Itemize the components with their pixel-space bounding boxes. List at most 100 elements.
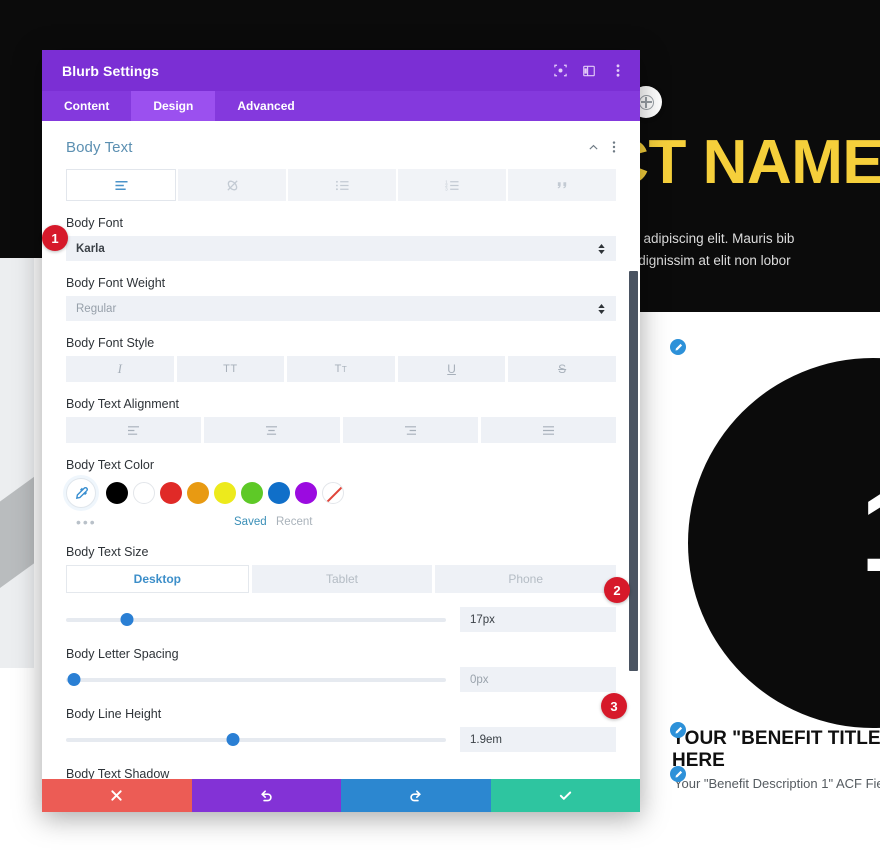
cancel-button[interactable] <box>42 779 192 812</box>
align-right-icon[interactable] <box>342 417 478 443</box>
italic-icon[interactable]: I <box>66 356 174 382</box>
benefit-title-line-2: HERE <box>672 750 725 771</box>
smallcaps-icon[interactable]: TT <box>287 356 395 382</box>
modal-header-actions <box>552 63 626 79</box>
swatch-yellow[interactable] <box>214 482 236 504</box>
body-line-height-row: 1.9em <box>66 727 616 752</box>
body-font-label: Body Font <box>66 216 123 230</box>
link-format-icon[interactable] <box>178 169 286 201</box>
body-line-height-label: Body Line Height <box>66 707 162 721</box>
slider-knob[interactable] <box>67 672 81 686</box>
modal-tabs: Content Design Advanced <box>42 91 640 121</box>
body-letter-spacing-label: Body Letter Spacing <box>66 647 179 661</box>
body-font-value: Karla <box>76 242 105 255</box>
slider-knob[interactable] <box>120 612 134 626</box>
undo-button[interactable] <box>191 779 341 812</box>
tab-design[interactable]: Design <box>131 91 216 121</box>
swatch-blue[interactable] <box>268 482 290 504</box>
target-icon[interactable] <box>552 63 568 79</box>
benefit-number: 1 <box>860 470 880 590</box>
stepper-arrows-icon <box>597 303 606 314</box>
align-left-icon[interactable] <box>66 417 202 443</box>
benefit-description: Your "Benefit Description 1" ACF Field <box>674 776 880 791</box>
tab-content[interactable]: Content <box>42 91 131 121</box>
swatch-green[interactable] <box>241 482 263 504</box>
pencil-icon[interactable] <box>670 722 686 738</box>
redo-button[interactable] <box>341 779 491 812</box>
strikethrough-icon[interactable]: S <box>508 356 616 382</box>
tab-advanced[interactable]: Advanced <box>215 91 316 121</box>
uppercase-icon[interactable]: TT <box>176 356 285 382</box>
color-meta-row: ••• Saved Recent <box>66 514 616 530</box>
italic-glyph: I <box>117 361 122 376</box>
save-button[interactable] <box>490 779 640 812</box>
align-justify-icon[interactable] <box>480 417 616 443</box>
swatch-none[interactable] <box>322 482 344 504</box>
screen-root: UCT NAME met, consectetur adipiscing eli… <box>0 0 880 854</box>
body-text-size-label: Body Text Size <box>66 545 149 559</box>
underline-icon[interactable]: U <box>397 356 506 382</box>
body-text-size-slider[interactable] <box>66 612 446 626</box>
body-text-color-label: Body Text Color <box>66 458 155 472</box>
blurb-settings-modal: Blurb Settings Content Design Advanced B… <box>42 50 640 812</box>
benefit-title: YOUR "BENEFIT TITLE 1" ACF F HERE <box>672 728 880 772</box>
underline-glyph: U <box>447 362 456 376</box>
body-text-shadow-label: Body Text Shadow <box>66 767 170 779</box>
device-tabs: Desktop Tablet Phone <box>66 565 617 593</box>
left-decoration-panel <box>0 258 34 668</box>
step-badge-1: 1 <box>42 225 68 251</box>
kebab-menu-icon[interactable] <box>610 63 626 79</box>
modal-scrollbar[interactable] <box>629 271 638 671</box>
eyedropper-icon[interactable] <box>66 478 96 508</box>
blockquote-icon[interactable] <box>508 169 616 201</box>
body-font-select[interactable]: Karla <box>66 236 616 261</box>
svg-text:3: 3 <box>445 186 448 191</box>
modal-title: Blurb Settings <box>62 62 160 79</box>
font-style-buttons: I TT TT U S <box>66 356 616 382</box>
align-center-icon[interactable] <box>204 417 340 443</box>
ordered-list-icon[interactable]: 1 2 3 <box>398 169 506 201</box>
pencil-icon[interactable] <box>670 766 686 782</box>
device-tab-desktop[interactable]: Desktop <box>66 565 249 593</box>
unordered-list-icon[interactable] <box>288 169 396 201</box>
pencil-icon[interactable] <box>670 339 686 355</box>
body-text-size-row: 17px <box>66 607 616 632</box>
body-letter-spacing-input[interactable]: 0px <box>460 667 616 692</box>
swatch-red[interactable] <box>160 482 182 504</box>
strikethrough-glyph: S <box>558 362 567 376</box>
body-letter-spacing-row: 0px <box>66 667 616 692</box>
more-colors-icon[interactable]: ••• <box>76 515 97 529</box>
body-font-style-label: Body Font Style <box>66 336 155 350</box>
device-tab-tablet[interactable]: Tablet <box>251 565 433 593</box>
section-header-icons <box>587 140 616 154</box>
saved-colors-link[interactable]: Saved <box>234 516 267 528</box>
body-letter-spacing-slider[interactable] <box>66 672 446 686</box>
body-font-weight-label: Body Font Weight <box>66 276 166 290</box>
body-font-weight-value: Regular <box>76 302 117 315</box>
body-font-weight-select[interactable]: Regular <box>66 296 616 321</box>
kebab-menu-icon[interactable] <box>612 140 616 154</box>
slider-knob[interactable] <box>226 732 240 746</box>
step-badge-3: 3 <box>601 693 627 719</box>
layout-panel-icon[interactable] <box>581 63 597 79</box>
recent-colors-link[interactable]: Recent <box>276 516 312 528</box>
smallcaps-glyph: TT <box>334 363 348 375</box>
device-tab-phone[interactable]: Phone <box>435 565 617 593</box>
chevron-up-icon[interactable] <box>587 141 600 154</box>
modal-header: Blurb Settings <box>42 50 640 91</box>
left-diagonal-shape <box>0 453 34 593</box>
paragraph-format-icon[interactable] <box>66 169 176 201</box>
modal-footer <box>42 779 640 812</box>
stepper-arrows-icon <box>597 243 606 254</box>
swatch-orange[interactable] <box>187 482 209 504</box>
swatch-black[interactable] <box>106 482 128 504</box>
swatch-white[interactable] <box>133 482 155 504</box>
close-circle-glyph <box>638 94 654 110</box>
body-text-size-input[interactable]: 17px <box>460 607 616 632</box>
body-line-height-slider[interactable] <box>66 732 446 746</box>
benefit-title-line-1: YOUR "BENEFIT TITLE 1" ACF F <box>672 728 880 749</box>
swatch-purple[interactable] <box>295 482 317 504</box>
alignment-buttons <box>66 417 616 443</box>
uppercase-glyph: TT <box>223 363 238 375</box>
body-line-height-input[interactable]: 1.9em <box>460 727 616 752</box>
